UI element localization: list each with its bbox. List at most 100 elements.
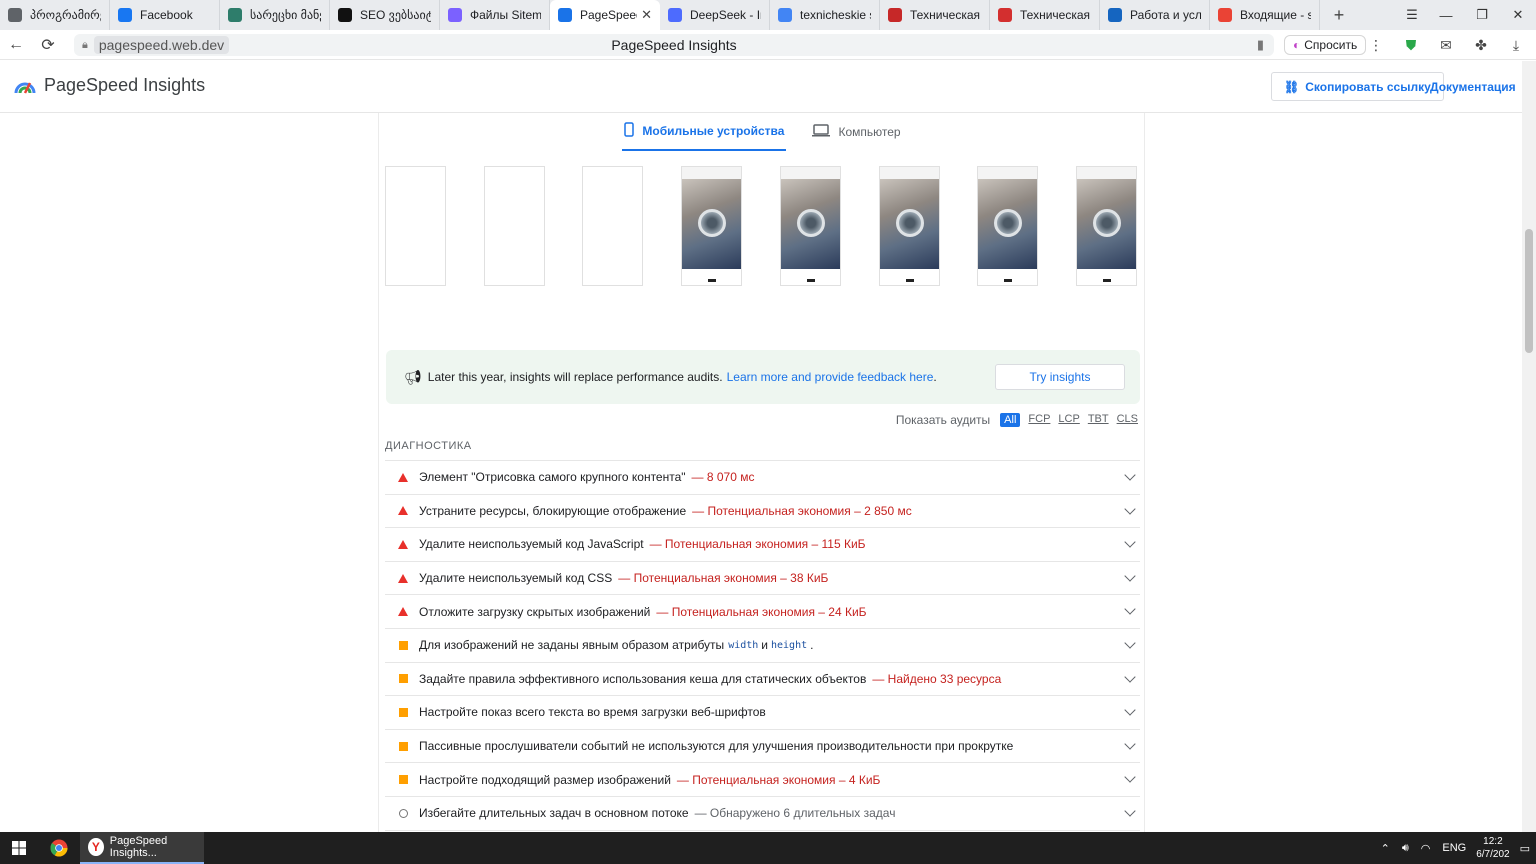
- clock-date: 6/7/202: [1476, 849, 1510, 860]
- yandex-browser-task[interactable]: Y PageSpeed Insights...: [80, 832, 204, 864]
- audit-row[interactable]: Задайте правила эффективного использован…: [385, 661, 1140, 696]
- filter-label: Показать аудиты: [895, 413, 991, 427]
- tab-favicon-icon: [1108, 8, 1122, 22]
- browser-tab[interactable]: Входящие - sab: [1210, 0, 1320, 30]
- audit-average-icon: [397, 774, 409, 786]
- browser-tab[interactable]: texnicheskie seo: [770, 0, 880, 30]
- browser-tab[interactable]: Файлы Sitemap: [440, 0, 550, 30]
- audit-title: Избегайте длительных задач в основном по…: [419, 806, 689, 821]
- documentation-link[interactable]: Документация: [1430, 80, 1516, 94]
- scrollbar-thumb[interactable]: [1525, 229, 1533, 353]
- tab-title: Файлы Sitemap: [470, 8, 541, 22]
- browser-tab[interactable]: Техническая SE: [990, 0, 1100, 30]
- tab-mobile[interactable]: Мобильные устройства: [622, 113, 787, 151]
- start-button[interactable]: [0, 832, 38, 864]
- browser-tab[interactable]: SEO ვებსაიტი: [330, 0, 440, 30]
- audit-row[interactable]: Настройте показ всего текста во время за…: [385, 695, 1140, 729]
- audit-row[interactable]: Удалите неиспользуемый код JavaScript — П…: [385, 527, 1140, 561]
- browser-tab[interactable]: PageSpeed In✕: [550, 0, 660, 30]
- reload-button[interactable]: ⟳: [32, 30, 64, 60]
- chevron-down-icon[interactable]: [1124, 805, 1136, 817]
- audit-fail-icon: [397, 572, 409, 584]
- audit-row[interactable]: Пассивные прослушиватели событий не испо…: [385, 728, 1140, 763]
- restore-button[interactable]: ❐: [1464, 0, 1500, 30]
- url-box[interactable]: 🔒︎ pagespeed.web.dev PageSpeed Insights …: [74, 34, 1274, 56]
- copy-link-button[interactable]: ⛓ Скопировать ссылку: [1271, 72, 1444, 101]
- chrome-taskbar-icon[interactable]: [38, 832, 80, 864]
- filter-chip-tbt[interactable]: TBT: [1088, 413, 1109, 427]
- taskbar-app-label: PageSpeed Insights...: [109, 835, 168, 859]
- ask-button[interactable]: ◐ Спросить: [1284, 35, 1367, 55]
- close-window-button[interactable]: ✕: [1500, 0, 1536, 30]
- chevron-down-icon[interactable]: [1124, 704, 1136, 716]
- notifications-icon[interactable]: ▭: [1520, 842, 1530, 855]
- close-tab-icon[interactable]: ✕: [637, 7, 652, 23]
- banner-text: Later this year, insights will replace p…: [427, 370, 723, 384]
- audit-row[interactable]: Избегайте длительных задач в основном по…: [385, 795, 1140, 830]
- clock-time: 12:2: [1483, 836, 1503, 847]
- filter-chip-cls[interactable]: CLS: [1117, 413, 1138, 427]
- mail-extension-icon[interactable]: ✉: [1436, 35, 1456, 55]
- tab-title: Работа и услуги: [1130, 8, 1201, 22]
- chevron-down-icon[interactable]: [1124, 570, 1136, 582]
- tab-desktop[interactable]: Компьютер: [810, 113, 902, 151]
- filter-chip-all[interactable]: All: [1000, 413, 1021, 427]
- downloads-icon[interactable]: ⤓: [1506, 35, 1526, 55]
- audit-title: Настройте показ всего текста во время за…: [419, 705, 766, 720]
- chevron-down-icon[interactable]: [1124, 771, 1136, 784]
- browser-tab[interactable]: Facebook: [110, 0, 220, 30]
- volume-icon[interactable]: 🔊︎: [1402, 842, 1409, 855]
- filmstrip-frame: [977, 166, 1039, 286]
- filmstrip-frame: [582, 166, 644, 286]
- menu-dots-icon[interactable]: ⋮: [1366, 35, 1386, 55]
- url-text: pagespeed.web.dev: [93, 36, 230, 54]
- chevron-down-icon[interactable]: [1124, 637, 1136, 649]
- audit-row[interactable]: Элемент "Отрисовка самого крупного конте…: [385, 460, 1140, 494]
- audit-row[interactable]: Отложите загрузку скрытых изображений — П…: [385, 594, 1140, 628]
- shield-extension-icon[interactable]: ⛊: [1401, 35, 1421, 55]
- banner-feedback-link[interactable]: Learn more and provide feedback here: [727, 370, 934, 384]
- clock[interactable]: 12:2 6/7/202: [1476, 835, 1509, 861]
- minimize-button[interactable]: —: [1428, 0, 1464, 30]
- audit-fail-icon: [397, 538, 409, 550]
- audit-row[interactable]: Для изображений не заданы явным образом …: [385, 627, 1140, 662]
- tray-chevron-icon[interactable]: ⌃: [1381, 842, 1390, 855]
- tab-title: texnicheskie seo: [800, 8, 871, 22]
- back-button[interactable]: ←: [0, 30, 32, 60]
- filter-chips: All FCP LCP TBT CLS: [992, 413, 1138, 427]
- new-tab-button[interactable]: +: [1326, 2, 1352, 28]
- browser-tab[interactable]: DeepSeek - Into: [660, 0, 770, 30]
- audit-row[interactable]: Устраните ресурсы, блокирующие отображен…: [385, 493, 1140, 528]
- chevron-down-icon[interactable]: [1124, 469, 1136, 481]
- chevron-down-icon[interactable]: [1124, 670, 1136, 683]
- language-indicator[interactable]: ENG: [1442, 842, 1466, 854]
- tab-title: სარეცხი მანქ: [250, 8, 321, 22]
- extensions-puzzle-icon[interactable]: ✤: [1471, 35, 1491, 55]
- filter-chip-fcp[interactable]: FCP: [1028, 413, 1050, 427]
- chevron-down-icon[interactable]: [1124, 502, 1136, 515]
- device-tabs: Мобильные устройства Компьютер: [379, 113, 1146, 153]
- chevron-down-icon[interactable]: [1124, 738, 1136, 750]
- browser-tab[interactable]: Техническая SE: [880, 0, 990, 30]
- tab-title: SEO ვებსაიტი: [360, 8, 431, 22]
- tab-title: პროგრამირებ: [30, 8, 101, 22]
- try-insights-button[interactable]: Try insights: [995, 364, 1125, 390]
- psi-logo[interactable]: PageSpeed Insights: [14, 75, 205, 96]
- bookmark-icon[interactable]: ▮: [1257, 37, 1264, 53]
- audit-fail-icon: [397, 471, 409, 483]
- browser-tab[interactable]: სარეცხი მანქ: [220, 0, 330, 30]
- browser-tab[interactable]: პროგრამირებ: [0, 0, 110, 30]
- filmstrip: [385, 166, 1141, 288]
- filter-chip-lcp[interactable]: LCP: [1058, 413, 1079, 427]
- audit-row[interactable]: Настройте подходящий размер изображений —…: [385, 762, 1140, 796]
- tab-favicon-icon: [558, 8, 572, 22]
- wifi-icon[interactable]: ◠: [1421, 842, 1431, 855]
- browser-tab[interactable]: Работа и услуги: [1100, 0, 1210, 30]
- filmstrip-frame: [483, 166, 545, 286]
- page-scrollbar[interactable]: [1522, 61, 1536, 832]
- chevron-down-icon[interactable]: [1124, 603, 1136, 616]
- tab-search-icon[interactable]: ☰: [1394, 0, 1430, 30]
- tab-mobile-label: Мобильные устройства: [642, 124, 785, 138]
- chevron-down-icon[interactable]: [1124, 536, 1136, 548]
- audit-row[interactable]: Удалите неиспользуемый код CSS — Потенциа…: [385, 560, 1140, 595]
